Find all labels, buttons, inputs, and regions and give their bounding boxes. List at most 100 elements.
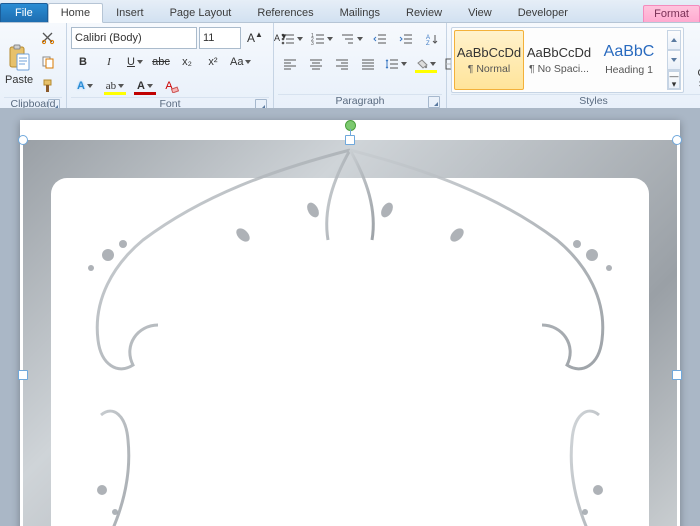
chevron-down-icon (671, 58, 677, 62)
change-styles-button[interactable]: AA Chang Styles (690, 27, 700, 93)
paragraph-dialog-launcher[interactable] (428, 96, 440, 108)
chevron-down-icon (87, 84, 93, 88)
decrease-indent-button[interactable] (368, 28, 392, 50)
align-center-button[interactable] (304, 53, 328, 75)
chevron-down-icon (137, 60, 143, 64)
tab-format[interactable]: Format (643, 5, 700, 22)
gallery-down-button[interactable] (667, 50, 681, 70)
font-name-select[interactable]: Calibri (Body) (71, 27, 197, 49)
numbering-button[interactable]: 123 (308, 28, 336, 50)
subscript-button[interactable]: x₂ (175, 51, 199, 73)
highlight-button[interactable]: ab (101, 75, 129, 97)
group-label-styles: Styles (451, 94, 700, 109)
resize-handle-n[interactable] (345, 135, 355, 145)
chevron-down-icon (147, 84, 153, 88)
align-left-button[interactable] (278, 53, 302, 75)
strikethrough-button[interactable]: abc (149, 51, 173, 73)
ribbon: Paste Clipboard Calibri (Body) 11 A▲ A▼ (0, 22, 700, 110)
paste-button[interactable]: Paste (4, 25, 34, 91)
underline-button[interactable]: U (123, 51, 147, 73)
increase-indent-button[interactable] (394, 28, 418, 50)
tab-page-layout[interactable]: Page Layout (157, 3, 245, 22)
paste-label: Paste (5, 74, 33, 86)
italic-button[interactable]: I (97, 51, 121, 73)
change-case-button[interactable]: Aa (227, 51, 254, 73)
chevron-down-icon (118, 84, 124, 88)
multilevel-list-button[interactable] (338, 28, 366, 50)
chevron-down-icon (430, 62, 436, 66)
contextual-tab-group: Format (643, 5, 700, 22)
copy-icon (41, 55, 55, 69)
indent-icon (399, 33, 413, 45)
word-window: File Home Insert Page Layout References … (0, 0, 700, 526)
decorative-frame-artwork (23, 140, 677, 526)
style-normal[interactable]: AaBbCcDd ¶ Normal (454, 30, 524, 90)
resize-handle-nw[interactable] (18, 135, 28, 145)
style-preview: AaBbC (604, 43, 655, 61)
tab-references[interactable]: References (244, 3, 326, 22)
clipboard-icon (7, 44, 31, 72)
style-preview: AaBbCcDd (457, 45, 521, 60)
line-spacing-icon (385, 58, 399, 70)
grow-font-button[interactable]: A▲ (243, 27, 267, 49)
cut-button[interactable] (36, 27, 60, 49)
selected-picture[interactable] (23, 140, 677, 526)
line-spacing-button[interactable] (382, 53, 410, 75)
superscript-button[interactable]: x² (201, 51, 225, 73)
chevron-down-icon (357, 37, 363, 41)
swirl-ornament-icon (23, 140, 677, 526)
justify-button[interactable] (356, 53, 380, 75)
copy-button[interactable] (36, 51, 60, 73)
clear-formatting-button[interactable]: A (161, 75, 185, 97)
document-area[interactable] (0, 108, 700, 526)
numbering-icon: 123 (311, 33, 325, 45)
style-preview: AaBbCcDd (527, 45, 591, 60)
style-no-spacing[interactable]: AaBbCcDd ¶ No Spaci... (524, 30, 594, 90)
font-color-button[interactable]: A (131, 75, 159, 97)
chevron-down-icon (401, 62, 407, 66)
bold-button[interactable]: B (71, 51, 95, 73)
gallery-more-button[interactable]: —▾ (667, 70, 681, 90)
resize-handle-e[interactable] (672, 370, 682, 380)
format-painter-button[interactable] (36, 75, 60, 97)
align-right-button[interactable] (330, 53, 354, 75)
tab-review[interactable]: Review (393, 3, 455, 22)
style-name: ¶ Normal (468, 63, 510, 75)
tab-home[interactable]: Home (48, 3, 103, 23)
paintbrush-icon (41, 79, 55, 93)
chevron-down-icon (245, 60, 251, 64)
tab-mailings[interactable]: Mailings (327, 3, 393, 22)
style-name: Heading 1 (605, 64, 653, 76)
align-left-icon (283, 58, 297, 70)
chevron-up-icon (671, 38, 677, 42)
bucket-icon (416, 59, 428, 69)
shading-button[interactable] (412, 53, 440, 75)
text-effects-button[interactable]: A (71, 75, 99, 97)
svg-text:3: 3 (311, 41, 314, 45)
scissors-icon (41, 31, 55, 45)
styles-gallery[interactable]: AaBbCcDd ¶ Normal AaBbCcDd ¶ No Spaci...… (451, 27, 684, 93)
group-paragraph: 123 AZ ¶ Paragraph (274, 23, 447, 109)
outdent-icon (373, 33, 387, 45)
sort-icon: AZ (426, 33, 438, 45)
resize-handle-ne[interactable] (672, 135, 682, 145)
chevron-down-icon (327, 37, 333, 41)
ribbon-tabs: File Home Insert Page Layout References … (0, 0, 700, 22)
resize-handle-w[interactable] (18, 370, 28, 380)
page[interactable] (20, 120, 680, 526)
justify-icon (361, 58, 375, 70)
tab-view[interactable]: View (455, 3, 505, 22)
sort-button[interactable]: AZ (420, 28, 444, 50)
tab-insert[interactable]: Insert (103, 3, 157, 22)
tab-developer[interactable]: Developer (505, 3, 581, 22)
group-styles: AaBbCcDd ¶ Normal AaBbCcDd ¶ No Spaci...… (447, 23, 700, 109)
style-heading-1[interactable]: AaBbC Heading 1 (594, 30, 664, 90)
eraser-icon (171, 85, 179, 93)
font-size-select[interactable]: 11 (199, 27, 241, 49)
tab-file[interactable]: File (0, 3, 48, 22)
align-right-icon (335, 58, 349, 70)
svg-text:Z: Z (426, 41, 430, 45)
gallery-up-button[interactable] (667, 30, 681, 50)
group-clipboard: Paste Clipboard (0, 23, 67, 109)
group-font: Calibri (Body) 11 A▲ A▼ B I U abc x₂ x² … (67, 23, 274, 109)
